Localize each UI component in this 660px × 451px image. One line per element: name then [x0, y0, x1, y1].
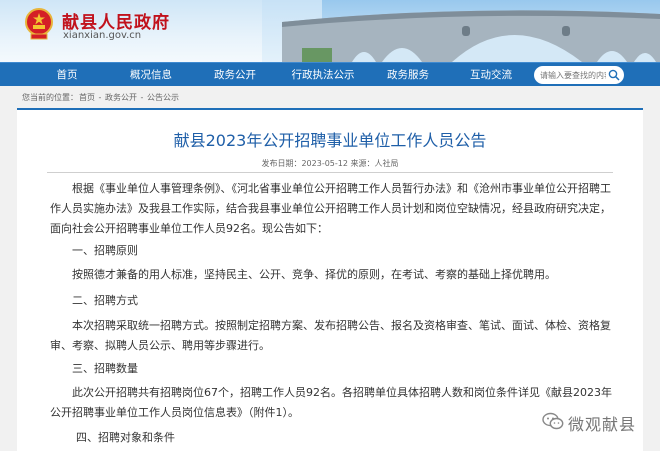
search-box [534, 66, 624, 84]
article-panel: 献县2023年公开招聘事业单位工作人员公告 发布日期：2023-05-12 来源… [17, 108, 643, 451]
nav-item-services[interactable]: 政务服务 [383, 63, 433, 87]
breadcrumb-announcements[interactable]: 公告公示 [147, 93, 179, 102]
section-heading-eligibility: 四、招聘对象和条件 [76, 431, 175, 444]
wechat-icon [542, 412, 564, 430]
nav-item-overview[interactable]: 概况信息 [126, 63, 176, 87]
breadcrumb-prefix: 您当前的位置： [22, 93, 78, 102]
title-divider [47, 172, 613, 173]
nav-item-interaction[interactable]: 互动交流 [466, 63, 516, 87]
search-input[interactable] [540, 68, 606, 82]
section-heading-method: 二、招聘方式 [72, 294, 138, 307]
breadcrumb-separator: - [96, 93, 104, 102]
stone-bridge-banner-image [262, 0, 660, 62]
site-header: 献县人民政府 xianxian.gov.cn [0, 0, 660, 62]
section-heading-principles: 一、招聘原则 [72, 244, 138, 257]
method-paragraph: 本次招聘采取统一招聘方式。按照制定招聘方案、发布招聘公告、报名及资格审查、笔试、… [50, 319, 611, 352]
breadcrumb-separator: - [137, 93, 146, 102]
breadcrumb-home[interactable]: 首页 [79, 93, 95, 102]
nav-item-law-enforcement[interactable]: 行政执法公示 [286, 63, 360, 87]
breadcrumb: 您当前的位置：首页 - 政务公开 - 公告公示 [22, 92, 180, 103]
article-meta: 发布日期：2023-05-12 来源：人社局 [261, 159, 399, 168]
principles-paragraph: 按照德才兼备的用人标准，坚持民主、公开、竞争、择优的原则，在考试、考察的基础上择… [72, 268, 556, 281]
quantity-paragraph: 此次公开招聘共有招聘岗位67个，招聘工作人员92名。各招聘单位具体招聘人数和岗位… [50, 386, 612, 419]
nav-item-home[interactable]: 首页 [50, 63, 84, 87]
intro-paragraph: 根据《事业单位人事管理条例》、《河北省事业单位公开招聘工作人员暂行办法》和《沧州… [50, 182, 611, 235]
nav-item-government-affairs[interactable]: 政务公开 [210, 63, 260, 87]
main-nav: 首页 概况信息 政务公开 行政执法公示 政务服务 互动交流 [0, 62, 660, 86]
breadcrumb-government-affairs[interactable]: 政务公开 [105, 93, 137, 102]
article-title: 献县2023年公开招聘事业单位工作人员公告 [173, 131, 487, 150]
site-domain: xianxian.gov.cn [63, 30, 142, 41]
search-icon[interactable] [608, 69, 620, 81]
section-heading-quantity: 三、招聘数量 [72, 362, 138, 375]
national-emblem-icon [25, 8, 53, 40]
watermark-text: 微观献县 [568, 415, 637, 434]
